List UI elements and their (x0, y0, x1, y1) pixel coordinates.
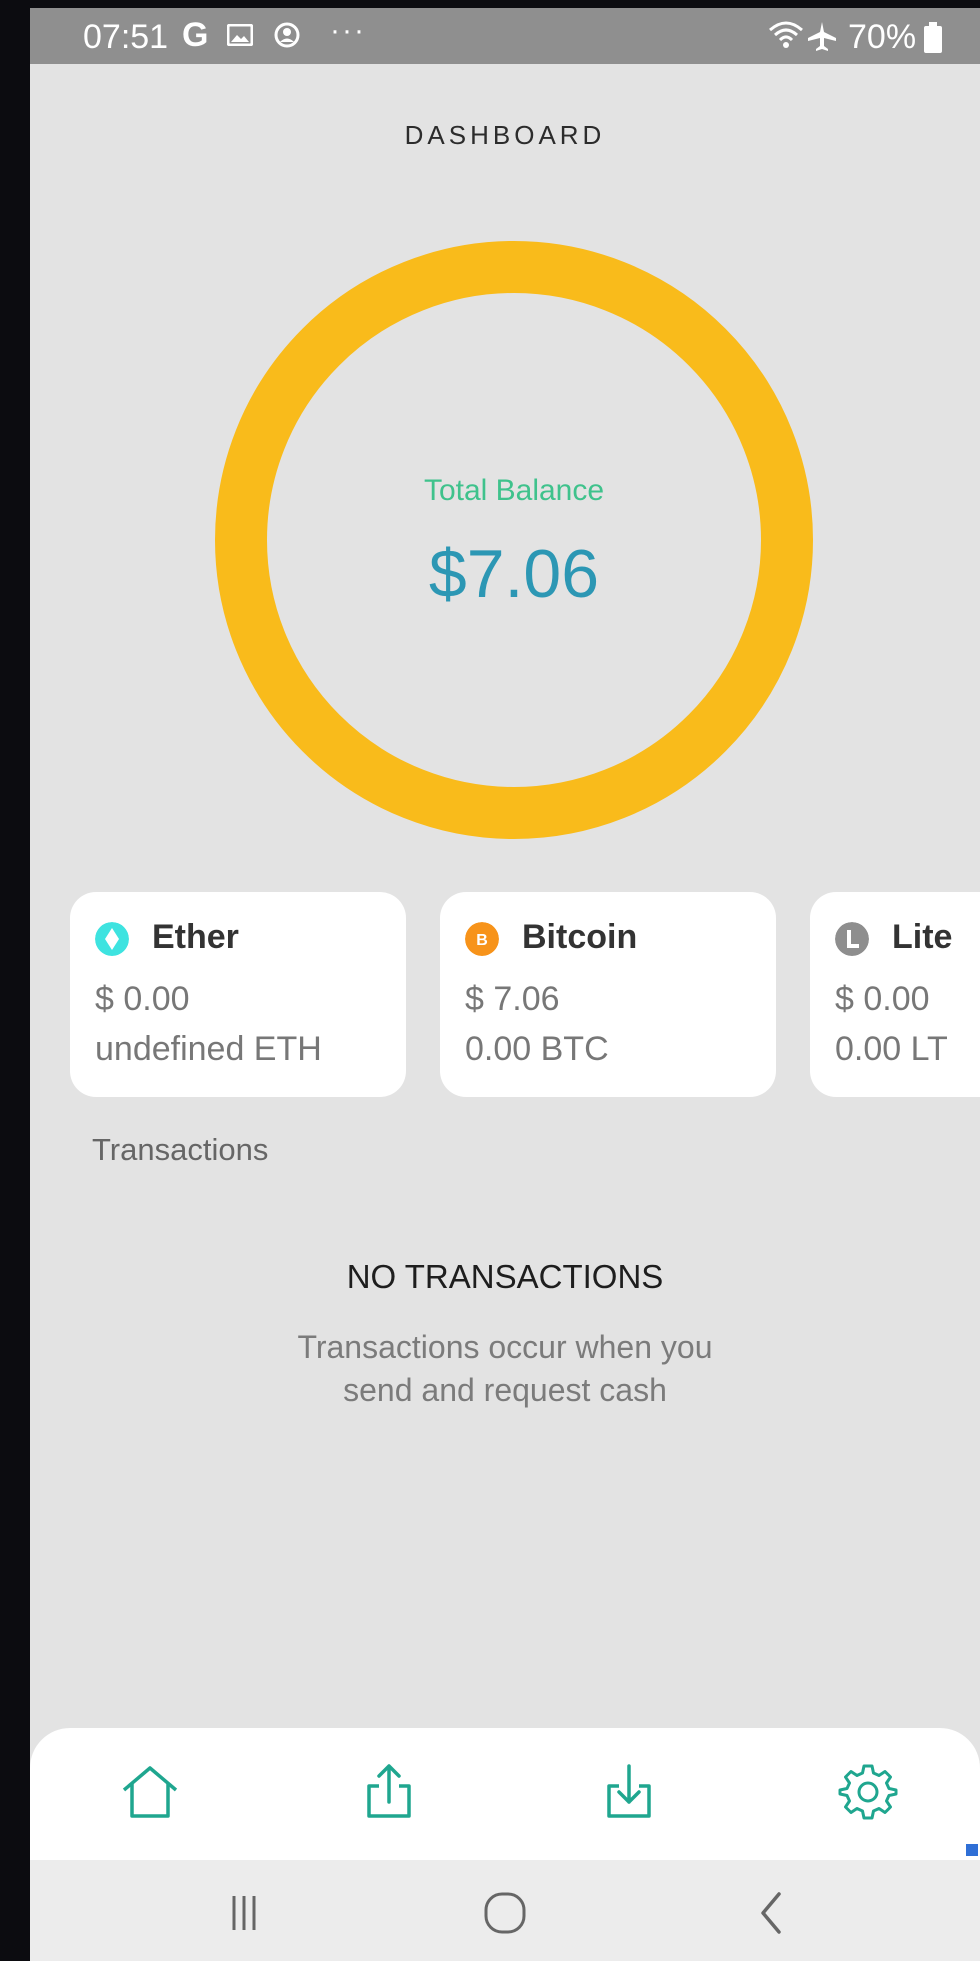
overflow-dots: ··· (330, 14, 366, 47)
transactions-heading: Transactions (92, 1132, 269, 1167)
system-nav-bar (30, 1860, 980, 1961)
litecoin-icon (835, 922, 869, 956)
wifi-icon (769, 21, 803, 48)
status-bar: 07:51 G ··· 70% (30, 8, 980, 64)
airplane-icon (808, 22, 836, 51)
account-circle-icon (274, 22, 300, 48)
google-notification-icon: G (182, 16, 209, 54)
page-title: DASHBOARD (404, 120, 606, 150)
recents-icon (232, 1896, 256, 1930)
bitcoin-icon: B (465, 922, 499, 956)
receive-icon (607, 1764, 651, 1818)
svg-text:B: B (476, 932, 488, 949)
wallet-card-bitcoin[interactable]: B Bitcoin $ 7.06 0.00 BTC (440, 892, 776, 1097)
back-icon (761, 1892, 781, 1934)
battery-icon (924, 22, 942, 53)
gallery-icon (227, 24, 253, 46)
ad-choices-icon[interactable] (940, 1826, 980, 1860)
wallet-name: Ether (152, 918, 239, 956)
nav-send-button[interactable] (357, 1760, 421, 1824)
nav-settings-button[interactable] (836, 1760, 900, 1824)
wallet-crypto-amount: 0.00 LT (835, 1030, 948, 1068)
empty-state-title: NO TRANSACTIONS (346, 1258, 664, 1295)
nav-receive-button[interactable] (597, 1760, 661, 1824)
wallet-card-ether[interactable]: Ether $ 0.00 undefined ETH (70, 892, 406, 1097)
bottom-nav (30, 1728, 980, 1860)
system-home-button[interactable] (477, 1888, 533, 1938)
total-balance-label: Total Balance (423, 474, 605, 507)
ether-icon (95, 922, 129, 956)
home-circle-icon (484, 1892, 526, 1934)
battery-percent: 70% (848, 18, 917, 56)
send-icon (367, 1764, 411, 1818)
status-time: 07:51 (83, 18, 169, 56)
home-icon (122, 1766, 178, 1818)
nav-home-button[interactable] (118, 1760, 182, 1824)
system-recents-button[interactable] (216, 1888, 272, 1938)
wallet-usd-value: $ 0.00 (95, 980, 190, 1018)
system-back-button[interactable] (745, 1888, 801, 1938)
wallet-usd-value: $ 0.00 (835, 980, 930, 1018)
wallet-card-litecoin[interactable]: Lite $ 0.00 0.00 LT (810, 892, 980, 1097)
wallet-name: Lite (892, 918, 953, 956)
settings-icon (838, 1764, 898, 1820)
wallet-usd-value: $ 7.06 (465, 980, 560, 1018)
wallet-crypto-amount: undefined ETH (95, 1030, 322, 1068)
total-balance-value: $7.06 (428, 536, 600, 612)
phone-screen: 07:51 G ··· 70% DASHBOARD Total Balance … (30, 8, 980, 1961)
empty-state-description: Transactions occur when you send and req… (297, 1329, 713, 1408)
wallet-name: Bitcoin (522, 918, 638, 956)
wallet-crypto-amount: 0.00 BTC (465, 1030, 609, 1068)
